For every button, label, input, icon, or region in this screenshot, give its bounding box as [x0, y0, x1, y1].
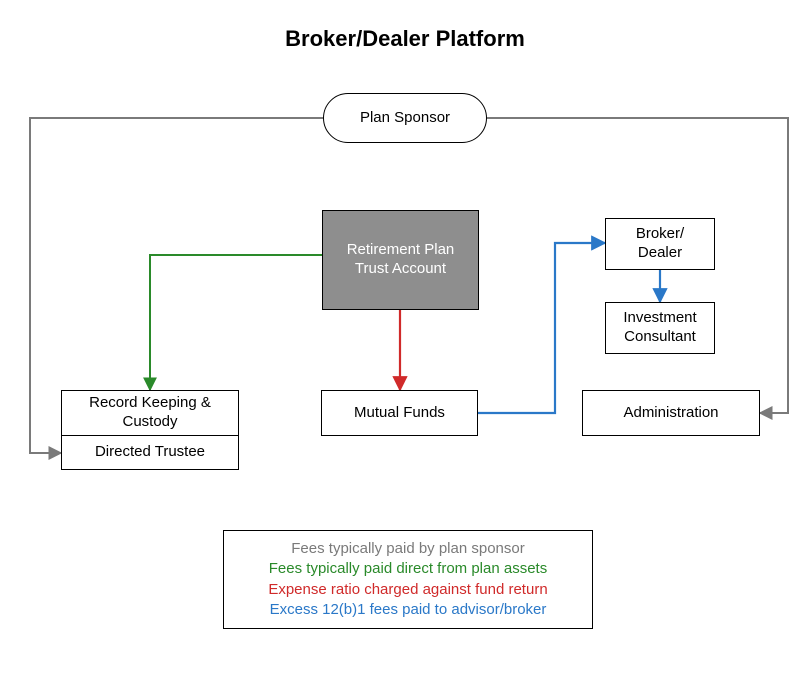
- legend-line-expense: Expense ratio charged against fund retur…: [234, 580, 582, 600]
- diagram-title: Broker/Dealer Platform: [0, 26, 810, 52]
- edge-mutual-funds-to-broker: [478, 243, 605, 413]
- legend-line-assets: Fees typically paid direct from plan ass…: [234, 559, 582, 579]
- node-broker-dealer: Broker/ Dealer: [605, 218, 715, 270]
- legend-line-12b1: Excess 12(b)1 fees paid to advisor/broke…: [234, 600, 582, 620]
- edge-trust-to-record-keeping: [150, 255, 322, 390]
- diagram-canvas: Broker/Dealer Platform: [0, 0, 810, 675]
- node-record-keeping: Record Keeping & Custody: [61, 390, 239, 436]
- node-directed-trustee: Directed Trustee: [61, 436, 239, 470]
- node-mutual-funds: Mutual Funds: [321, 390, 478, 436]
- node-administration: Administration: [582, 390, 760, 436]
- node-trust-account: Retirement Plan Trust Account: [322, 210, 479, 310]
- node-plan-sponsor: Plan Sponsor: [323, 93, 487, 143]
- legend-line-sponsor: Fees typically paid by plan sponsor: [234, 539, 582, 559]
- node-investment-consultant: Investment Consultant: [605, 302, 715, 354]
- legend-box: Fees typically paid by plan sponsor Fees…: [223, 530, 593, 629]
